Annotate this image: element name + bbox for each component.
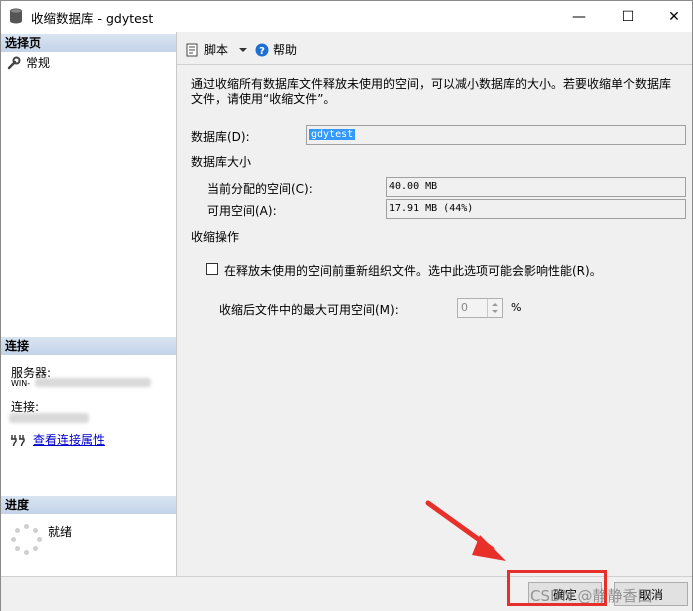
wrench-icon bbox=[7, 56, 21, 69]
allocated-value: 40.00 MB bbox=[386, 177, 686, 197]
annotation-highlight-box bbox=[507, 570, 607, 606]
minimize-icon: — bbox=[572, 8, 586, 25]
annotation-arrow-icon bbox=[425, 500, 506, 561]
window-title: 收缩数据库 - gdytest bbox=[31, 11, 154, 26]
progress-status: 就绪 bbox=[48, 525, 73, 539]
reorganize-checkbox[interactable] bbox=[206, 263, 218, 275]
sidebar: 选择页 常规 连接 服务器: WIN- 连接: 查看连接属性 进度 就绪 bbox=[1, 32, 177, 576]
toolbar: 脚本 ? 帮助 bbox=[177, 32, 692, 65]
plug-icon bbox=[11, 434, 25, 446]
maximize-icon: ☐ bbox=[621, 8, 635, 25]
title-bar: 收缩数据库 - gdytest — ☐ ✕ bbox=[1, 1, 692, 32]
script-icon bbox=[186, 43, 198, 56]
help-label: 帮助 bbox=[273, 43, 298, 57]
max-free-stepper[interactable]: 0 bbox=[457, 298, 503, 318]
close-icon: ✕ bbox=[668, 8, 680, 25]
redacted-server bbox=[35, 378, 151, 387]
max-free-value: 0 bbox=[461, 301, 468, 314]
available-value: 17.91 MB (44%) bbox=[386, 199, 686, 219]
svg-text:?: ? bbox=[259, 46, 265, 57]
redacted-connection bbox=[9, 413, 89, 423]
allocated-label: 当前分配的空间(C): bbox=[207, 182, 313, 196]
progress-header: 进度 bbox=[1, 496, 176, 514]
server-value: WIN- bbox=[11, 379, 31, 388]
percent-sign: % bbox=[511, 301, 522, 314]
stepper-arrows[interactable] bbox=[487, 299, 502, 317]
stepper-arrows-icon bbox=[492, 303, 498, 313]
help-button[interactable]: ? 帮助 bbox=[255, 41, 297, 58]
database-label: 数据库(D): bbox=[191, 130, 250, 144]
script-button[interactable]: 脚本 bbox=[185, 41, 248, 58]
description-text: 通过收缩所有数据库文件释放未使用的空间，可以减小数据库的大小。若要收缩单个数据库… bbox=[191, 77, 672, 106]
max-free-label: 收缩后文件中的最大可用空间(M): bbox=[219, 303, 399, 317]
sidebar-item-general[interactable]: 常规 bbox=[7, 54, 50, 71]
dialog-window: 收缩数据库 - gdytest — ☐ ✕ 选择页 常规 连接 服务器: WIN… bbox=[0, 0, 693, 611]
minimize-button[interactable]: — bbox=[556, 1, 602, 32]
select-page-header: 选择页 bbox=[1, 34, 176, 52]
script-label: 脚本 bbox=[204, 43, 229, 57]
sidebar-item-label: 常规 bbox=[26, 56, 51, 70]
maximize-button[interactable]: ☐ bbox=[605, 1, 651, 32]
help-icon: ? bbox=[255, 43, 269, 57]
progress-spinner-icon bbox=[11, 524, 43, 556]
database-icon bbox=[10, 8, 22, 24]
connection-header: 连接 bbox=[1, 337, 176, 355]
shrink-section: 收缩操作 bbox=[191, 230, 240, 244]
available-label: 可用空间(A): bbox=[207, 204, 277, 218]
db-size-section: 数据库大小 bbox=[191, 155, 252, 169]
reorganize-label: 在释放未使用的空间前重新组织文件。选中此选项可能会影响性能(R)。 bbox=[224, 264, 602, 278]
view-connection-properties-link[interactable]: 查看连接属性 bbox=[9, 431, 105, 448]
database-value: gdytest bbox=[309, 129, 356, 140]
chevron-down-icon bbox=[239, 47, 248, 52]
view-connection-properties-label: 查看连接属性 bbox=[33, 433, 106, 447]
close-button[interactable]: ✕ bbox=[651, 1, 693, 32]
database-field: gdytest bbox=[306, 125, 686, 145]
